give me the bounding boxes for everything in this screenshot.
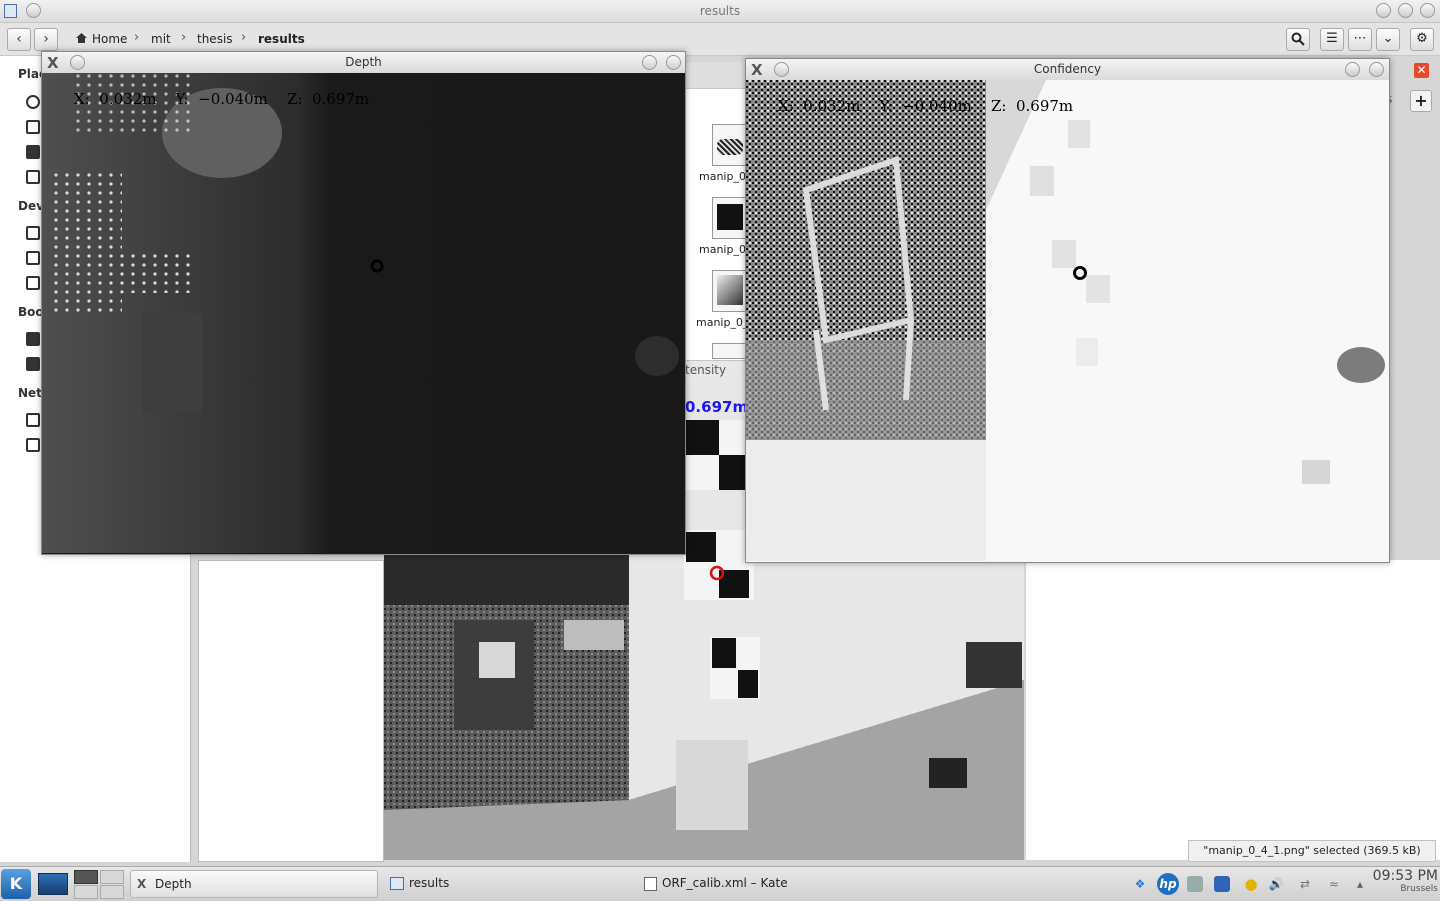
chevron-right-icon: ›: [134, 30, 140, 45]
breadcrumb-mit[interactable]: mit: [151, 32, 171, 46]
pager-desktop-2[interactable]: [100, 870, 124, 884]
thumbnail[interactable]: [712, 197, 748, 239]
search-icon: [1291, 32, 1305, 46]
search-button[interactable]: [1286, 28, 1310, 51]
icons-view-button[interactable]: ⋯: [1348, 28, 1372, 51]
clock-time: 09:53 PM: [1372, 868, 1438, 884]
chevron-right-icon: ›: [181, 30, 187, 45]
lightbulb-icon[interactable]: ●: [1243, 876, 1259, 892]
pager-desktop-4[interactable]: [100, 885, 124, 899]
breadcrumb-home[interactable]: Home: [92, 32, 127, 46]
view-dropdown-button[interactable]: ⌄: [1376, 28, 1400, 51]
home-icon[interactable]: [26, 120, 40, 134]
close-button[interactable]: [1369, 62, 1384, 77]
clock-location: Brussels: [1400, 884, 1438, 894]
breadcrumb-results[interactable]: results: [258, 32, 305, 46]
confidency-image: [746, 80, 1387, 561]
dropbox-icon[interactable]: ❖: [1132, 876, 1148, 892]
kde-start-button[interactable]: K: [1, 869, 31, 899]
window-title: results: [699, 4, 741, 18]
back-button[interactable]: ‹: [7, 28, 31, 51]
task-kate[interactable]: ORF_calib.xml – Kate: [642, 870, 882, 896]
volume-icon[interactable]: 🔊: [1268, 876, 1284, 892]
thumbnail-label[interactable]: manip_0: [699, 170, 746, 183]
task-label: results: [409, 876, 450, 890]
intensity-z-readout: 0.697m: [685, 398, 749, 416]
thumbnail-label[interactable]: manip_0: [699, 243, 746, 256]
drive-icon[interactable]: [26, 276, 40, 290]
thumbnail-label[interactable]: manip_0_: [696, 316, 748, 329]
details-view-button[interactable]: ☰: [1320, 28, 1344, 51]
depth-window-title: Depth: [345, 55, 382, 69]
taskbar: K X Depth results ORF_calib.xml – Kate ❖…: [0, 866, 1440, 901]
close-button[interactable]: [666, 55, 681, 70]
minimize-button[interactable]: [1345, 62, 1360, 77]
depth-window[interactable]: X Depth X: 0.032m Y: −0.040m Z: 0.697m: [41, 51, 686, 555]
drive-icon[interactable]: [26, 226, 40, 240]
trash-icon[interactable]: [26, 170, 40, 184]
x11-icon: X: [137, 877, 147, 891]
close-panel-button[interactable]: ✕: [1414, 63, 1429, 78]
confidency-window-title: Confidency: [1033, 62, 1102, 76]
hp-icon[interactable]: hp: [1157, 873, 1179, 895]
task-depth[interactable]: X Depth: [130, 870, 378, 898]
show-desktop-button[interactable]: [38, 873, 68, 895]
clock[interactable]: 09:53 PM Brussels: [1370, 868, 1438, 894]
confidency-window[interactable]: X Confidency X: 0.032m Y: −0.040m Z: 0.6…: [745, 58, 1390, 563]
breadcrumb-thesis[interactable]: thesis: [197, 32, 233, 46]
folder-icon[interactable]: [26, 145, 40, 159]
task-results[interactable]: results: [388, 870, 628, 896]
close-icon: ✕: [1416, 63, 1427, 77]
network-manager-icon[interactable]: [1187, 876, 1203, 892]
folder-icon: [390, 877, 404, 890]
status-bar: "manip_0_4_1.png" selected (369.5 kB): [1188, 840, 1436, 862]
folder-icon[interactable]: [26, 357, 40, 371]
thumbnail[interactable]: [712, 124, 748, 166]
add-tab-button[interactable]: +: [1410, 90, 1432, 112]
depth-readout: X: 0.032m Y: −0.040m Z: 0.697m: [74, 90, 370, 108]
tray-expand-icon[interactable]: ▴: [1352, 876, 1368, 892]
minimize-button[interactable]: [642, 55, 657, 70]
network-icon[interactable]: [26, 413, 40, 427]
home-icon[interactable]: [75, 32, 88, 44]
confidency-readout: X: 0.032m Y: −0.040m Z: 0.697m: [778, 97, 1074, 115]
confidency-titlebar[interactable]: X Confidency: [746, 59, 1389, 80]
file-list-pane[interactable]: [198, 560, 384, 862]
settings-button[interactable]: ⚙: [1410, 28, 1434, 51]
wifi-icon[interactable]: ≈: [1326, 876, 1342, 892]
bookmarks-header: Boo: [18, 305, 44, 319]
kate-icon: [644, 877, 657, 891]
maximize-button[interactable]: [1398, 3, 1413, 18]
task-label: Depth: [155, 877, 192, 891]
chevron-right-icon: ›: [241, 30, 247, 45]
minimize-button[interactable]: [1376, 3, 1391, 18]
task-label: ORF_calib.xml – Kate: [662, 876, 788, 890]
gear-icon: ⚙: [1416, 31, 1428, 46]
network-header: Net: [18, 386, 42, 400]
drive-icon[interactable]: [26, 251, 40, 265]
network-icon[interactable]: ⇄: [1297, 876, 1313, 892]
thumbnail[interactable]: [712, 343, 748, 359]
recent-icon[interactable]: [26, 95, 40, 109]
pager-desktop-1[interactable]: [74, 870, 98, 884]
thumbnail[interactable]: [712, 270, 748, 312]
close-button[interactable]: [1420, 3, 1435, 18]
file-list-pane[interactable]: [1026, 560, 1440, 860]
network-icon[interactable]: [26, 438, 40, 452]
intensity-window-title: tensity: [684, 360, 748, 382]
depth-image: [42, 73, 683, 553]
klipper-icon[interactable]: [1214, 876, 1230, 892]
forward-button[interactable]: ›: [34, 28, 58, 51]
depth-titlebar[interactable]: X Depth: [42, 52, 685, 73]
folder-icon[interactable]: [26, 332, 40, 346]
main-titlebar[interactable]: results: [0, 0, 1440, 23]
pager-desktop-3[interactable]: [74, 885, 98, 899]
